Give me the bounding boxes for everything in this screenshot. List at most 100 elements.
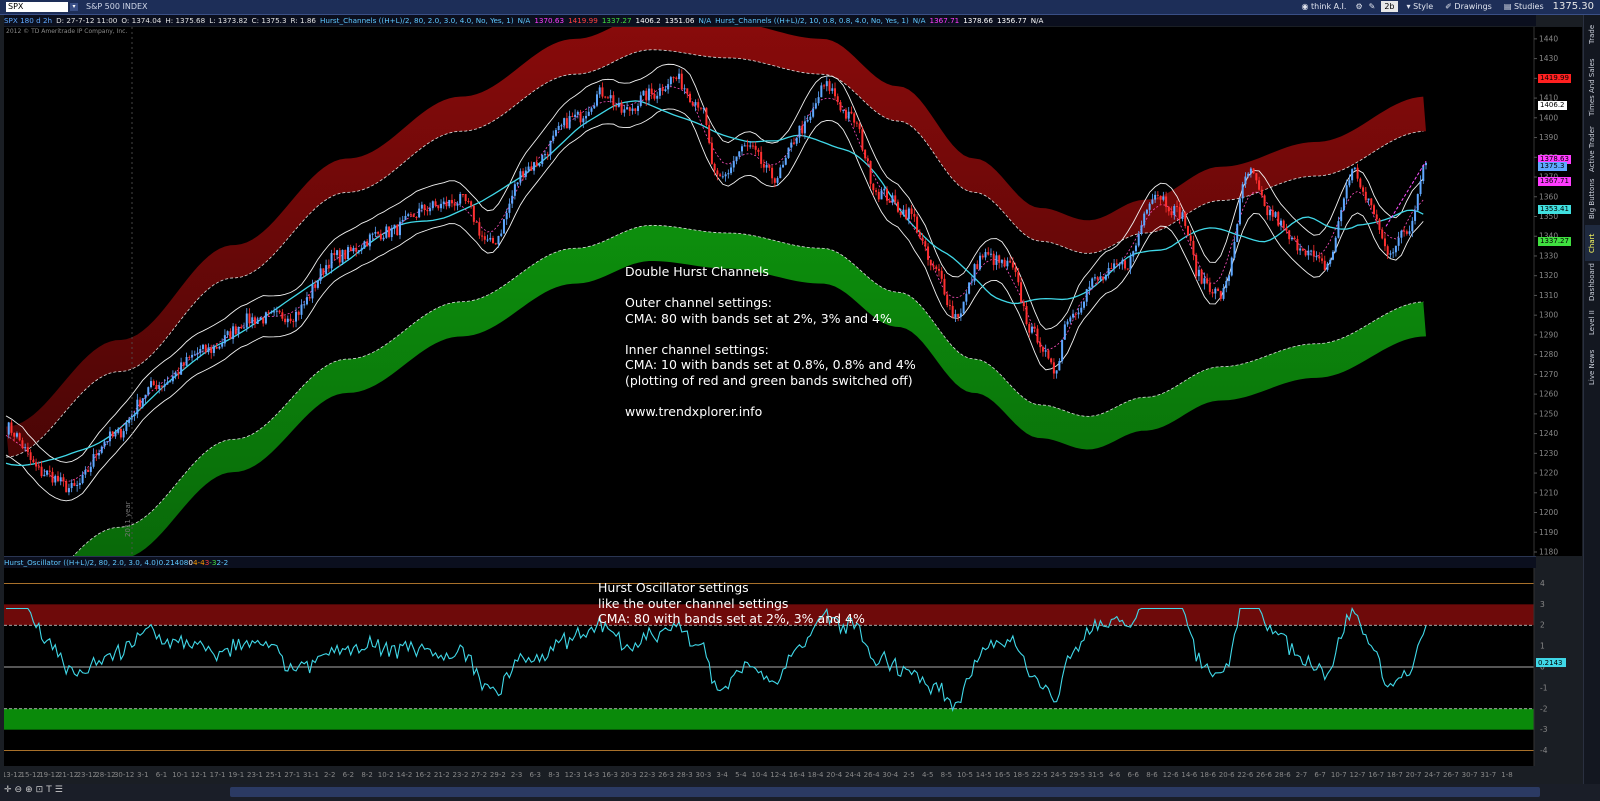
- zoom-in-icon[interactable]: ⊕: [25, 785, 33, 795]
- time-tick: 19-1: [228, 771, 244, 779]
- time-tick: 12-6: [1163, 771, 1179, 779]
- side-tab-trade[interactable]: Trade: [1585, 19, 1600, 49]
- side-tab-dashboard[interactable]: Dashboard: [1585, 263, 1600, 301]
- symbol-input[interactable]: SPX: [6, 2, 68, 12]
- candle-body: [273, 311, 276, 313]
- candle-body: [1025, 306, 1028, 325]
- candle-body: [847, 111, 850, 119]
- candle-body: [1381, 229, 1384, 239]
- candle-body: [1419, 181, 1422, 195]
- side-tab-live-news[interactable]: Live News: [1585, 345, 1600, 389]
- candle-body: [1195, 254, 1198, 277]
- think-ai-button[interactable]: ◉ think A.I.: [1298, 1, 1349, 12]
- candle-body: [29, 452, 32, 460]
- candle-body: [806, 119, 809, 122]
- candle-body: [1304, 250, 1307, 256]
- side-tab-big-buttons[interactable]: Big Buttons: [1585, 177, 1600, 221]
- candle-body: [319, 268, 322, 281]
- candle-body: [95, 454, 98, 456]
- candle-body: [699, 107, 702, 109]
- candle-body: [1200, 269, 1203, 284]
- time-tick: 8-3: [548, 771, 559, 779]
- price-tick: 1210: [1539, 488, 1558, 497]
- candle-body: [1312, 250, 1315, 257]
- candle-body: [1258, 180, 1261, 190]
- candle-body: [415, 216, 418, 218]
- candle-body: [891, 195, 894, 203]
- settings-icon[interactable]: ⚙: [1355, 2, 1362, 11]
- time-tick: 18-6: [1200, 771, 1216, 779]
- side-tab-times-and-sales[interactable]: Times And Sales: [1585, 57, 1600, 117]
- candle-body: [1061, 339, 1064, 362]
- candle-body: [932, 265, 935, 267]
- candle-body: [502, 219, 505, 234]
- candle-body: [314, 284, 317, 288]
- osc-tick: -3: [1540, 725, 1548, 734]
- candle-body: [207, 347, 210, 353]
- candle-body: [579, 111, 582, 123]
- price-tick: 1190: [1539, 528, 1558, 537]
- candle-body: [653, 94, 656, 99]
- oscillator-legend-item[interactable]: Hurst_Oscillator ((H+L)/2, 80, 2.0, 3.0,…: [4, 558, 159, 567]
- candle-body: [1178, 207, 1181, 219]
- candle-body: [998, 255, 1001, 263]
- candle-body: [46, 470, 49, 475]
- candle-body: [568, 116, 571, 129]
- crosshair-icon[interactable]: ✛: [4, 785, 12, 795]
- candle-body: [1310, 250, 1313, 252]
- candle-body: [869, 160, 872, 184]
- candle-body: [423, 204, 426, 211]
- osc-tick: 2: [1540, 621, 1545, 630]
- side-tab-level-ii[interactable]: Level II: [1585, 305, 1600, 341]
- candle-body: [1014, 267, 1017, 273]
- candle-body: [278, 310, 281, 313]
- candle-body: [174, 372, 177, 377]
- text-tool-icon[interactable]: T: [46, 785, 52, 795]
- studies-button[interactable]: ▤ Studies: [1501, 1, 1547, 12]
- side-tab-active-trader[interactable]: Active Trader: [1585, 125, 1600, 173]
- style-button[interactable]: ▾ Style: [1404, 1, 1437, 12]
- candle-body: [1285, 227, 1288, 231]
- candle-body: [823, 85, 826, 87]
- zoom-out-icon[interactable]: ⊖: [15, 785, 23, 795]
- candle-body: [894, 195, 897, 202]
- candle-body: [390, 228, 393, 238]
- horizontal-scrollbar[interactable]: [230, 787, 1540, 797]
- chart-annotation-main: Double Hurst Channels Outer channel setti…: [625, 264, 916, 419]
- top-toolbar: SPX ▾ S&P 500 INDEX ◉ think A.I. ⚙ ✎ 2b …: [0, 0, 1600, 15]
- candle-body: [270, 311, 273, 313]
- candle-body: [344, 249, 347, 260]
- study-legend-item: 1367.71: [929, 16, 960, 25]
- price-tick: 1240: [1539, 429, 1558, 438]
- zoom-box-icon[interactable]: ⊡: [36, 785, 44, 795]
- study-legend-item[interactable]: SPX 180 d 2h: [4, 16, 52, 25]
- drawings-button[interactable]: ✐ Drawings: [1442, 1, 1495, 12]
- osc-tick: 4: [1540, 579, 1545, 588]
- candle-body: [492, 237, 495, 244]
- candle-body: [191, 354, 194, 358]
- time-tick: 21-2: [434, 771, 450, 779]
- candle-body: [158, 385, 161, 389]
- side-tab-chart[interactable]: Chart: [1585, 225, 1600, 261]
- candle-body: [1269, 209, 1272, 216]
- candle-body: [834, 88, 837, 97]
- candle-body: [289, 318, 292, 322]
- style-icon: ▾: [1406, 2, 1411, 11]
- time-tick: 31-7: [1480, 771, 1496, 779]
- candle-body: [790, 142, 793, 148]
- candle-body: [686, 88, 689, 94]
- pin-icon[interactable]: ✎: [1369, 2, 1376, 11]
- candle-body: [322, 268, 325, 275]
- time-tick: 22-6: [1237, 771, 1253, 779]
- platform-window: SPX ▾ S&P 500 INDEX ◉ think A.I. ⚙ ✎ 2b …: [0, 0, 1600, 801]
- candle-body: [1167, 206, 1170, 212]
- time-tick: 16-5: [994, 771, 1010, 779]
- candle-body: [623, 109, 626, 113]
- candle-body: [188, 357, 191, 359]
- candle-body: [388, 226, 391, 238]
- candle-body: [1093, 277, 1096, 279]
- symbol-dropdown-icon[interactable]: ▾: [70, 3, 78, 11]
- candle-body: [1033, 326, 1036, 329]
- timeframe-button[interactable]: 2b: [1381, 1, 1398, 12]
- pan-icon[interactable]: ☰: [55, 785, 63, 795]
